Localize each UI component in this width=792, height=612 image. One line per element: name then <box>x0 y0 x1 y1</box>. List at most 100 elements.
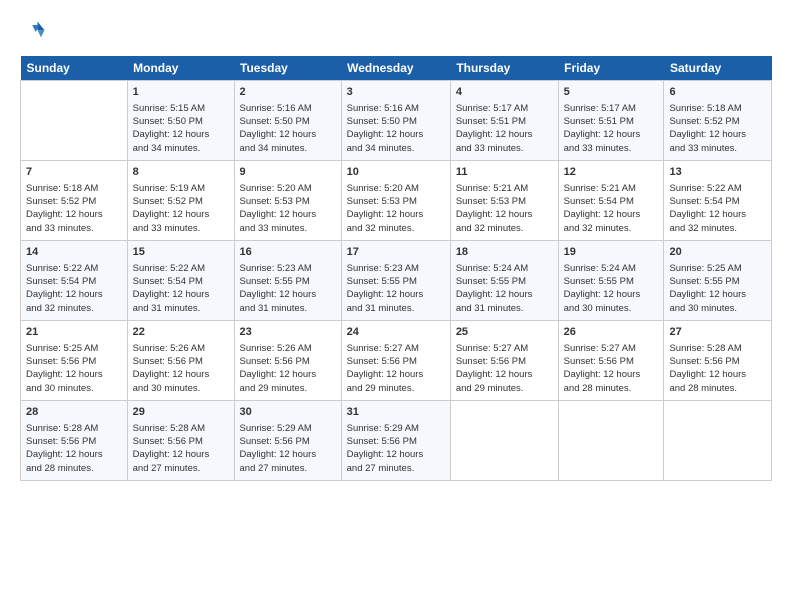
calendar-cell: 3 Sunrise: 5:16 AM Sunset: 5:50 PM Daylig… <box>341 81 450 161</box>
day-info: Sunrise: 5:18 AM Sunset: 5:52 PM Dayligh… <box>26 182 122 235</box>
day-info: Sunrise: 5:19 AM Sunset: 5:52 PM Dayligh… <box>133 182 229 235</box>
calendar-cell: 5 Sunrise: 5:17 AM Sunset: 5:51 PM Daylig… <box>558 81 664 161</box>
day-info: Sunrise: 5:17 AM Sunset: 5:51 PM Dayligh… <box>564 102 659 155</box>
calendar-cell: 10 Sunrise: 5:20 AM Sunset: 5:53 PM Dayli… <box>341 161 450 241</box>
calendar-cell: 19 Sunrise: 5:24 AM Sunset: 5:55 PM Dayli… <box>558 241 664 321</box>
calendar-table: SundayMondayTuesdayWednesdayThursdayFrid… <box>20 56 772 481</box>
day-number: 6 <box>669 85 766 100</box>
week-row-4: 21 Sunrise: 5:25 AM Sunset: 5:56 PM Dayli… <box>21 321 772 401</box>
day-header-thursday: Thursday <box>450 56 558 81</box>
calendar-cell: 20 Sunrise: 5:25 AM Sunset: 5:55 PM Dayli… <box>664 241 772 321</box>
day-info: Sunrise: 5:28 AM Sunset: 5:56 PM Dayligh… <box>669 342 766 395</box>
day-info: Sunrise: 5:23 AM Sunset: 5:55 PM Dayligh… <box>240 262 336 315</box>
header-row: SundayMondayTuesdayWednesdayThursdayFrid… <box>21 56 772 81</box>
week-row-2: 7 Sunrise: 5:18 AM Sunset: 5:52 PM Daylig… <box>21 161 772 241</box>
day-number: 14 <box>26 245 122 260</box>
day-number: 2 <box>240 85 336 100</box>
day-number: 27 <box>669 325 766 340</box>
calendar-cell <box>664 401 772 481</box>
calendar-cell: 1 Sunrise: 5:15 AM Sunset: 5:50 PM Daylig… <box>127 81 234 161</box>
calendar-cell <box>450 401 558 481</box>
day-info: Sunrise: 5:29 AM Sunset: 5:56 PM Dayligh… <box>347 422 445 475</box>
header <box>20 18 772 46</box>
calendar-cell: 6 Sunrise: 5:18 AM Sunset: 5:52 PM Daylig… <box>664 81 772 161</box>
day-number: 4 <box>456 85 553 100</box>
day-number: 25 <box>456 325 553 340</box>
calendar-cell: 15Sunrise: 5:22 AM Sunset: 5:54 PM Dayli… <box>127 241 234 321</box>
calendar-cell: 26Sunrise: 5:27 AM Sunset: 5:56 PM Dayli… <box>558 321 664 401</box>
day-info: Sunrise: 5:28 AM Sunset: 5:56 PM Dayligh… <box>133 422 229 475</box>
logo <box>20 18 52 46</box>
day-number: 3 <box>347 85 445 100</box>
calendar-cell: 13Sunrise: 5:22 AM Sunset: 5:54 PM Dayli… <box>664 161 772 241</box>
calendar-cell: 21 Sunrise: 5:25 AM Sunset: 5:56 PM Dayli… <box>21 321 128 401</box>
day-number: 8 <box>133 165 229 180</box>
day-number: 11 <box>456 165 553 180</box>
day-info: Sunrise: 5:16 AM Sunset: 5:50 PM Dayligh… <box>347 102 445 155</box>
day-number: 9 <box>240 165 336 180</box>
day-number: 20 <box>669 245 766 260</box>
day-header-wednesday: Wednesday <box>341 56 450 81</box>
day-number: 19 <box>564 245 659 260</box>
calendar-cell <box>558 401 664 481</box>
day-info: Sunrise: 5:26 AM Sunset: 5:56 PM Dayligh… <box>133 342 229 395</box>
calendar-cell: 17Sunrise: 5:23 AM Sunset: 5:55 PM Dayli… <box>341 241 450 321</box>
day-number: 13 <box>669 165 766 180</box>
day-info: Sunrise: 5:21 AM Sunset: 5:53 PM Dayligh… <box>456 182 553 235</box>
calendar-cell: 9 Sunrise: 5:20 AM Sunset: 5:53 PM Daylig… <box>234 161 341 241</box>
calendar-cell: 18 Sunrise: 5:24 AM Sunset: 5:55 PM Dayli… <box>450 241 558 321</box>
day-info: Sunrise: 5:25 AM Sunset: 5:55 PM Dayligh… <box>669 262 766 315</box>
day-info: Sunrise: 5:26 AM Sunset: 5:56 PM Dayligh… <box>240 342 336 395</box>
logo-icon <box>20 18 48 46</box>
day-info: Sunrise: 5:24 AM Sunset: 5:55 PM Dayligh… <box>564 262 659 315</box>
day-number: 22 <box>133 325 229 340</box>
calendar-cell: 29Sunrise: 5:28 AM Sunset: 5:56 PM Dayli… <box>127 401 234 481</box>
calendar-cell: 22 Sunrise: 5:26 AM Sunset: 5:56 PM Dayli… <box>127 321 234 401</box>
day-info: Sunrise: 5:22 AM Sunset: 5:54 PM Dayligh… <box>26 262 122 315</box>
day-info: Sunrise: 5:27 AM Sunset: 5:56 PM Dayligh… <box>347 342 445 395</box>
week-row-1: 1 Sunrise: 5:15 AM Sunset: 5:50 PM Daylig… <box>21 81 772 161</box>
day-info: Sunrise: 5:18 AM Sunset: 5:52 PM Dayligh… <box>669 102 766 155</box>
day-info: Sunrise: 5:17 AM Sunset: 5:51 PM Dayligh… <box>456 102 553 155</box>
calendar-cell: 7 Sunrise: 5:18 AM Sunset: 5:52 PM Daylig… <box>21 161 128 241</box>
calendar-cell: 27 Sunrise: 5:28 AM Sunset: 5:56 PM Dayli… <box>664 321 772 401</box>
day-info: Sunrise: 5:27 AM Sunset: 5:56 PM Dayligh… <box>564 342 659 395</box>
day-number: 5 <box>564 85 659 100</box>
calendar-cell <box>21 81 128 161</box>
day-number: 31 <box>347 405 445 420</box>
day-header-friday: Friday <box>558 56 664 81</box>
day-number: 10 <box>347 165 445 180</box>
day-header-monday: Monday <box>127 56 234 81</box>
calendar-cell: 14 Sunrise: 5:22 AM Sunset: 5:54 PM Dayli… <box>21 241 128 321</box>
day-info: Sunrise: 5:23 AM Sunset: 5:55 PM Dayligh… <box>347 262 445 315</box>
day-info: Sunrise: 5:29 AM Sunset: 5:56 PM Dayligh… <box>240 422 336 475</box>
day-number: 28 <box>26 405 122 420</box>
day-header-sunday: Sunday <box>21 56 128 81</box>
day-info: Sunrise: 5:28 AM Sunset: 5:56 PM Dayligh… <box>26 422 122 475</box>
calendar-cell: 24Sunrise: 5:27 AM Sunset: 5:56 PM Dayli… <box>341 321 450 401</box>
calendar-cell: 23Sunrise: 5:26 AM Sunset: 5:56 PM Dayli… <box>234 321 341 401</box>
day-number: 18 <box>456 245 553 260</box>
calendar-cell: 11 Sunrise: 5:21 AM Sunset: 5:53 PM Dayli… <box>450 161 558 241</box>
calendar-cell: 4 Sunrise: 5:17 AM Sunset: 5:51 PM Daylig… <box>450 81 558 161</box>
calendar-cell: 28 Sunrise: 5:28 AM Sunset: 5:56 PM Dayli… <box>21 401 128 481</box>
page: SundayMondayTuesdayWednesdayThursdayFrid… <box>0 0 792 491</box>
day-number: 16 <box>240 245 336 260</box>
day-info: Sunrise: 5:15 AM Sunset: 5:50 PM Dayligh… <box>133 102 229 155</box>
day-info: Sunrise: 5:24 AM Sunset: 5:55 PM Dayligh… <box>456 262 553 315</box>
day-info: Sunrise: 5:21 AM Sunset: 5:54 PM Dayligh… <box>564 182 659 235</box>
day-info: Sunrise: 5:20 AM Sunset: 5:53 PM Dayligh… <box>240 182 336 235</box>
day-info: Sunrise: 5:25 AM Sunset: 5:56 PM Dayligh… <box>26 342 122 395</box>
day-info: Sunrise: 5:27 AM Sunset: 5:56 PM Dayligh… <box>456 342 553 395</box>
day-header-saturday: Saturday <box>664 56 772 81</box>
day-number: 15 <box>133 245 229 260</box>
day-info: Sunrise: 5:20 AM Sunset: 5:53 PM Dayligh… <box>347 182 445 235</box>
day-number: 12 <box>564 165 659 180</box>
day-info: Sunrise: 5:16 AM Sunset: 5:50 PM Dayligh… <box>240 102 336 155</box>
day-number: 7 <box>26 165 122 180</box>
week-row-5: 28 Sunrise: 5:28 AM Sunset: 5:56 PM Dayli… <box>21 401 772 481</box>
calendar-cell: 8 Sunrise: 5:19 AM Sunset: 5:52 PM Daylig… <box>127 161 234 241</box>
week-row-3: 14 Sunrise: 5:22 AM Sunset: 5:54 PM Dayli… <box>21 241 772 321</box>
day-number: 1 <box>133 85 229 100</box>
day-number: 21 <box>26 325 122 340</box>
